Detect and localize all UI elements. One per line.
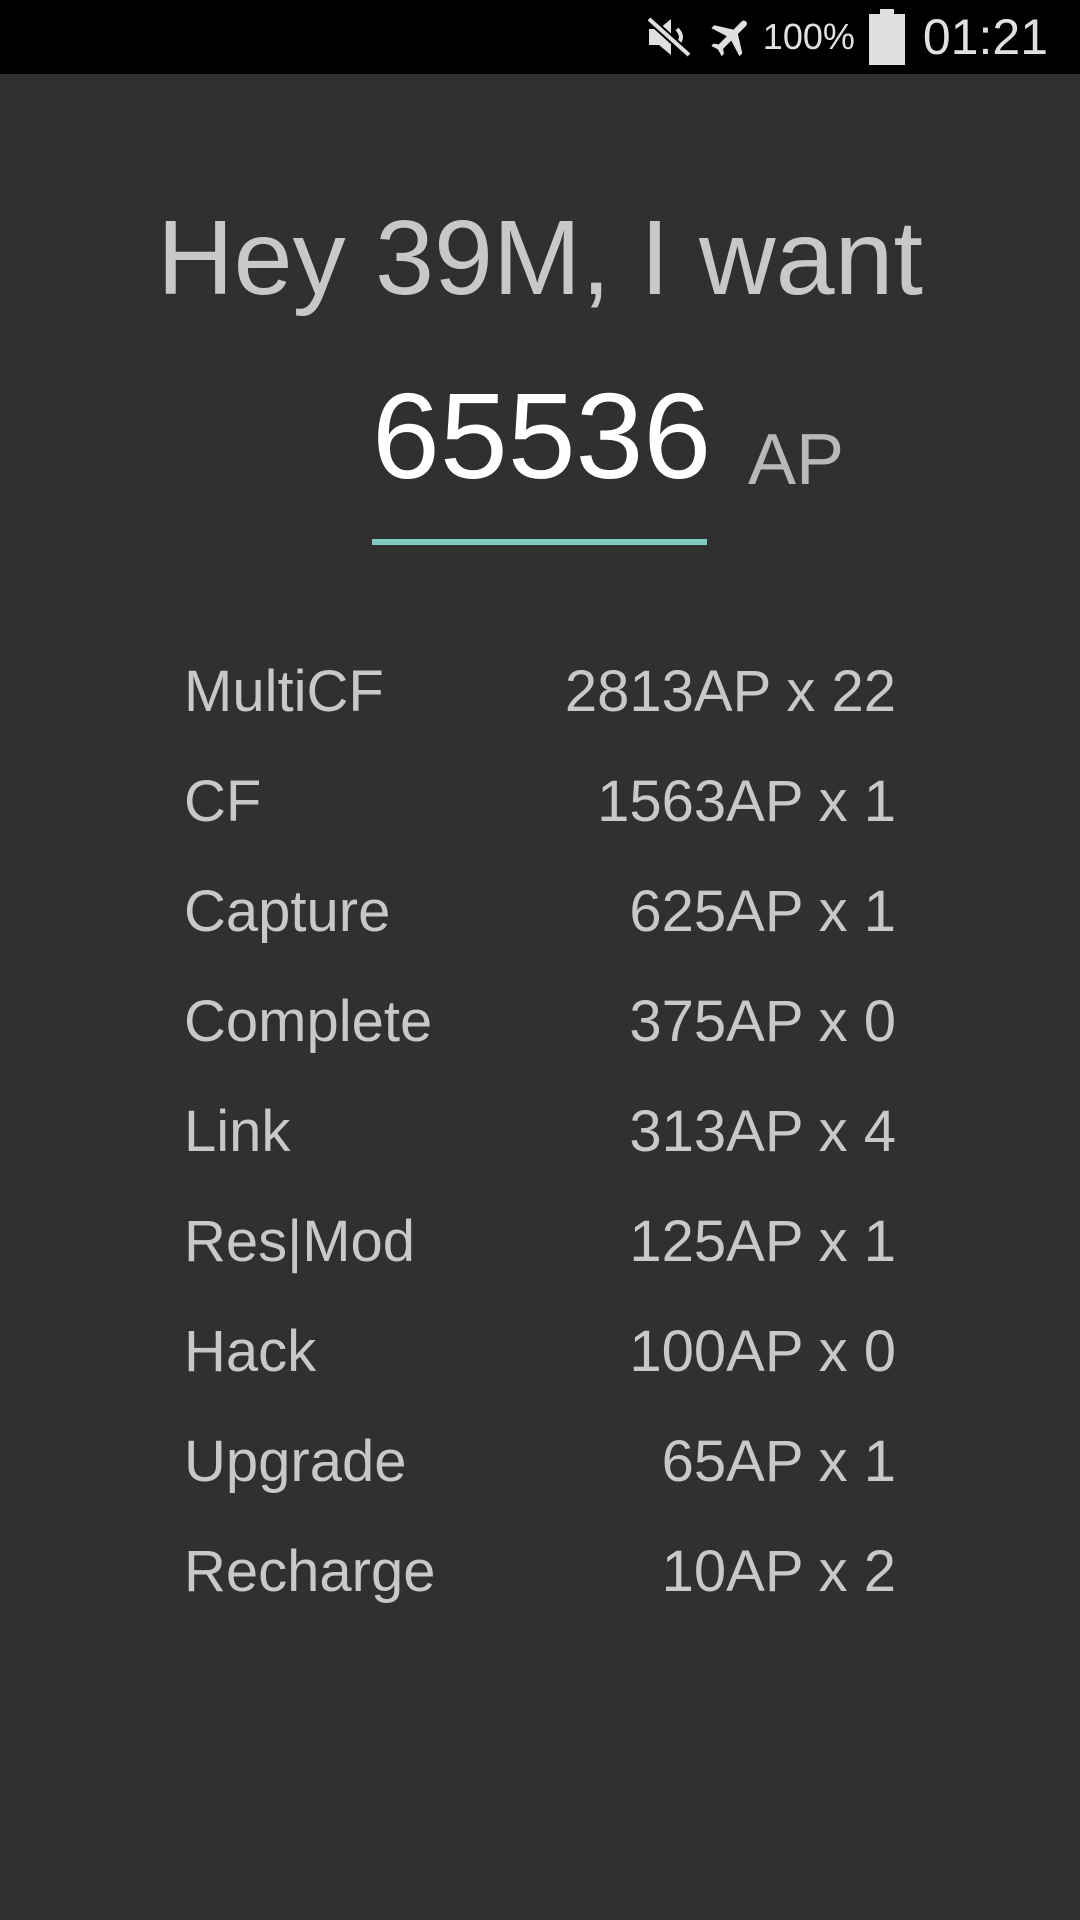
action-label: Hack <box>184 1318 317 1384</box>
action-amount: 375AP x 0 <box>629 988 896 1054</box>
battery-percent: 100% <box>762 16 855 57</box>
action-label: Upgrade <box>184 1428 407 1494</box>
unit-label: AP <box>748 420 845 500</box>
action-amount: 1563AP x 1 <box>597 768 896 834</box>
status-bar: 100% 01:21 <box>0 0 1080 74</box>
action-label: MultiCF <box>184 658 384 724</box>
target-ap-input[interactable] <box>372 380 707 492</box>
breakdown-row-upgrade: Upgrade 65AP x 1 <box>184 1406 896 1516</box>
action-label: Recharge <box>184 1538 436 1604</box>
battery-icon <box>868 9 905 65</box>
breakdown-row-multicf: MultiCF 2813AP x 22 <box>184 636 896 746</box>
breakdown-row-complete: Complete 375AP x 0 <box>184 966 896 1076</box>
action-amount: 100AP x 0 <box>629 1318 896 1384</box>
action-amount: 2813AP x 22 <box>564 658 896 724</box>
airplane-mode-icon <box>707 12 757 62</box>
action-label: CF <box>184 768 262 834</box>
status-icons: 100% 01:21 <box>631 0 1048 74</box>
ap-breakdown-list: MultiCF 2813AP x 22 CF 1563AP x 1 Captur… <box>184 636 896 1626</box>
breakdown-row-hack: Hack 100AP x 0 <box>184 1296 896 1406</box>
breakdown-row-link: Link 313AP x 4 <box>184 1076 896 1186</box>
action-label: Complete <box>184 988 433 1054</box>
action-amount: 313AP x 4 <box>629 1098 896 1164</box>
action-amount: 125AP x 1 <box>629 1208 896 1274</box>
breakdown-row-cf: CF 1563AP x 1 <box>184 746 896 856</box>
breakdown-row-capture: Capture 625AP x 1 <box>184 856 896 966</box>
breakdown-row-resmod: Res|Mod 125AP x 1 <box>184 1186 896 1296</box>
action-amount: 625AP x 1 <box>629 878 896 944</box>
action-label: Res|Mod <box>184 1208 416 1274</box>
status-time: 01:21 <box>922 9 1048 65</box>
mute-icon <box>645 15 693 59</box>
breakdown-row-recharge: Recharge 10AP x 2 <box>184 1516 896 1626</box>
action-amount: 65AP x 1 <box>661 1428 896 1494</box>
action-label: Capture <box>184 878 391 944</box>
action-label: Link <box>184 1098 291 1164</box>
target-input-underline <box>372 539 707 545</box>
greeting-title: Hey 39M, I want <box>157 199 923 317</box>
action-amount: 10AP x 2 <box>661 1538 896 1604</box>
